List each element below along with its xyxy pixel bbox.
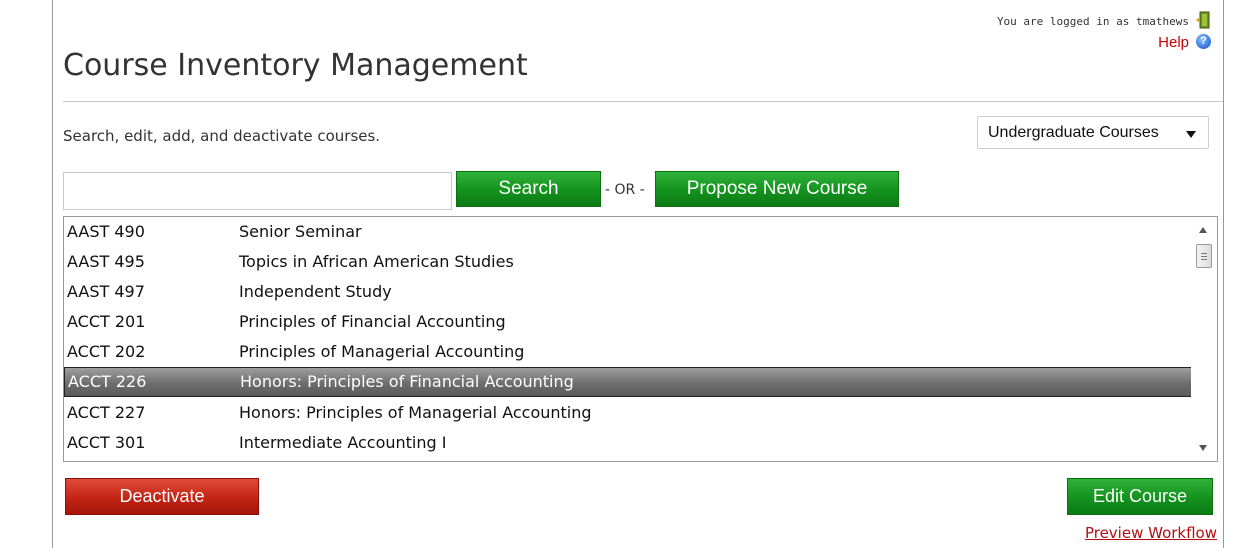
logout-door-icon[interactable] <box>1195 11 1211 29</box>
login-status: You are logged in as tmathews <box>996 15 1189 28</box>
course-title: Topics in African American Studies <box>239 252 514 271</box>
grip-line <box>1201 256 1207 257</box>
list-item[interactable]: ACCT 202 Principles of Managerial Accoun… <box>64 337 1192 367</box>
course-code: ACCT 301 <box>67 433 146 452</box>
course-level-select[interactable]: Undergraduate Courses <box>977 116 1209 149</box>
search-input[interactable] <box>63 172 452 210</box>
edit-course-button[interactable]: Edit Course <box>1067 478 1213 515</box>
course-title: Independent Study <box>239 282 392 301</box>
page-description: Search, edit, add, and deactivate course… <box>63 127 381 145</box>
course-code: AAST 490 <box>67 222 145 241</box>
page-title: Course Inventory Management <box>63 48 528 83</box>
help-link[interactable]: Help <box>1158 34 1189 51</box>
grip-line <box>1201 259 1207 260</box>
scroll-down-arrow-icon[interactable] <box>1199 445 1207 451</box>
scroll-up-arrow-icon[interactable] <box>1199 227 1207 233</box>
course-code: AAST 497 <box>67 282 145 301</box>
list-item[interactable]: AAST 495 Topics in African American Stud… <box>64 247 1192 277</box>
list-item[interactable]: AAST 490 Senior Seminar <box>64 217 1192 247</box>
list-item[interactable]: AAST 497 Independent Study <box>64 277 1192 307</box>
deactivate-button[interactable]: Deactivate <box>65 478 259 515</box>
preview-workflow-link[interactable]: Preview Workflow <box>1085 524 1217 542</box>
list-item[interactable]: ACCT 227 Honors: Principles of Manageria… <box>64 398 1192 428</box>
course-list[interactable]: AAST 490 Senior Seminar AAST 495 Topics … <box>63 216 1218 462</box>
course-code: ACCT 202 <box>67 342 146 361</box>
propose-new-course-button[interactable]: Propose New Course <box>655 171 899 207</box>
scroll-thumb[interactable] <box>1196 244 1212 268</box>
list-item[interactable]: ACCT 201 Principles of Financial Account… <box>64 307 1192 337</box>
course-title: Honors: Principles of Financial Accounti… <box>240 372 574 391</box>
course-code: AAST 495 <box>67 252 145 271</box>
course-title: Senior Seminar <box>239 222 362 241</box>
course-level-value: Undergraduate Courses <box>988 124 1159 141</box>
help-question-icon[interactable]: ? <box>1196 34 1211 49</box>
course-title: Principles of Financial Accounting <box>239 312 506 331</box>
app-frame: You are logged in as tmathews Help ? Cou… <box>52 0 1224 548</box>
course-title: Principles of Managerial Accounting <box>239 342 525 361</box>
course-code: ACCT 201 <box>67 312 146 331</box>
course-code: ACCT 227 <box>67 403 146 422</box>
search-button[interactable]: Search <box>456 171 601 207</box>
title-divider <box>63 101 1223 102</box>
grip-line <box>1201 253 1207 254</box>
course-code: ACCT 226 <box>68 372 147 391</box>
course-title: Intermediate Accounting I <box>239 433 447 452</box>
list-item[interactable]: ACCT 301 Intermediate Accounting I <box>64 428 1192 458</box>
or-separator: - OR - <box>605 182 645 198</box>
list-scrollbar[interactable] <box>1191 217 1217 461</box>
course-title: Honors: Principles of Managerial Account… <box>239 403 592 422</box>
list-item-selected[interactable]: ACCT 226 Honors: Principles of Financial… <box>64 367 1192 397</box>
chevron-down-icon <box>1186 131 1196 138</box>
